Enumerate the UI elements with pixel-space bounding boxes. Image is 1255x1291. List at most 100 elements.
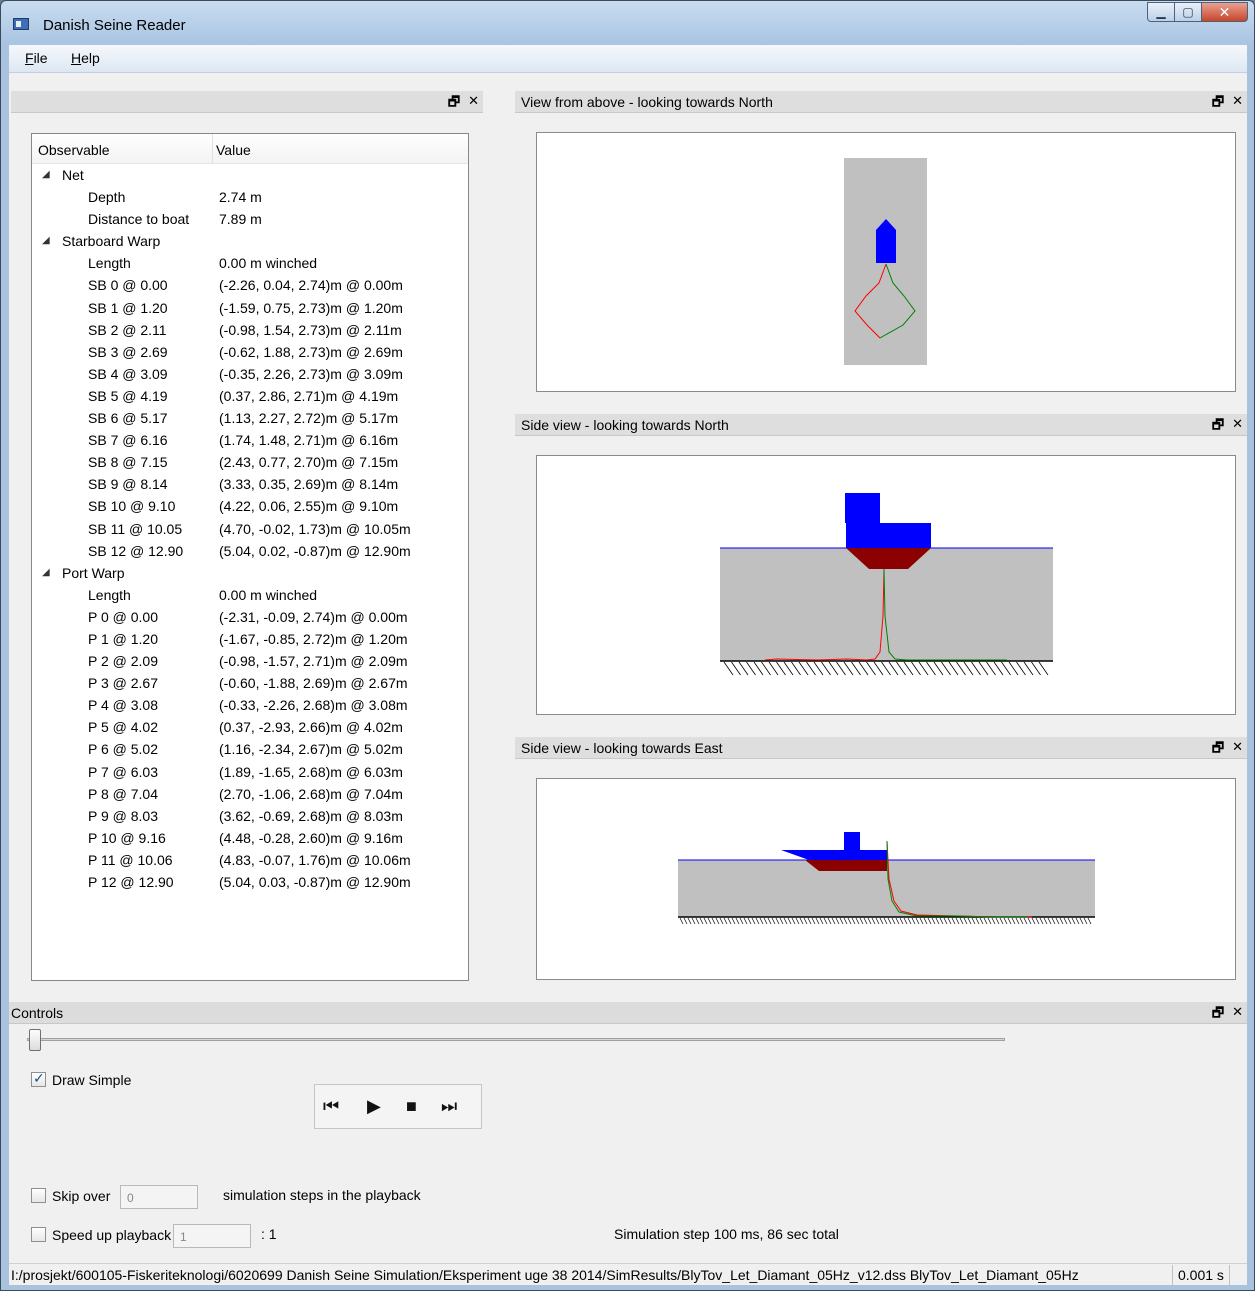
tree-row[interactable]: SB 4 @ 3.09 (-0.35, 2.26, 2.73)m @ 3.09m bbox=[32, 363, 468, 385]
tree-row[interactable]: P 6 @ 5.02 (1.16, -2.34, 2.67)m @ 5.02m bbox=[32, 738, 468, 760]
tree-group-port[interactable]: ◢ Port Warp bbox=[32, 562, 468, 584]
float-icon[interactable]: 🗗 bbox=[1212, 739, 1224, 761]
tree-item-label: SB 4 @ 3.09 bbox=[88, 365, 168, 382]
tree-row[interactable]: SB 6 @ 5.17 (1.13, 2.27, 2.72)m @ 5.17m bbox=[32, 407, 468, 429]
expand-arrow-icon[interactable]: ◢ bbox=[42, 235, 50, 246]
tree-item-value: (2.70, -1.06, 2.68)m @ 7.04m bbox=[219, 785, 403, 802]
tree-item-label: P 3 @ 2.67 bbox=[88, 675, 158, 692]
skip-over-input[interactable]: 0 bbox=[120, 1185, 198, 1209]
tree-row[interactable]: SB 8 @ 7.15 (2.43, 0.77, 2.70)m @ 7.15m bbox=[32, 451, 468, 473]
tree-item-label: SB 6 @ 5.17 bbox=[88, 410, 168, 427]
tree-row[interactable]: P 4 @ 3.08 (-0.33, -2.26, 2.68)m @ 3.08m bbox=[32, 694, 468, 716]
float-icon[interactable]: 🗗 bbox=[1212, 1004, 1224, 1026]
draw-simple-checkbox[interactable] bbox=[31, 1070, 46, 1087]
tree-row[interactable]: P 8 @ 7.04 (2.70, -1.06, 2.68)m @ 7.04m bbox=[32, 783, 468, 805]
skip-to-end-button[interactable]: ⏭ bbox=[441, 1097, 457, 1115]
speed-up-suffix: : 1 bbox=[261, 1226, 277, 1242]
close-icon[interactable]: ✕ bbox=[1232, 416, 1243, 438]
tree-row[interactable]: P 2 @ 2.09 (-0.98, -1.57, 2.71)m @ 2.09m bbox=[32, 650, 468, 672]
window-controls: ▁ ▢ ✕ bbox=[1147, 2, 1248, 22]
play-button[interactable]: ▶ bbox=[367, 1097, 381, 1115]
close-icon[interactable]: ✕ bbox=[1232, 739, 1243, 761]
menu-file[interactable]: File bbox=[25, 50, 48, 66]
speed-up-label[interactable]: Speed up playback bbox=[52, 1227, 171, 1243]
observables-dock-header: 🗗 ✕ bbox=[11, 91, 483, 113]
tree-row[interactable]: SB 5 @ 4.19 (0.37, 2.86, 2.71)m @ 4.19m bbox=[32, 385, 468, 407]
tree-row[interactable]: P 10 @ 9.16 (4.48, -0.28, 2.60)m @ 9.16m bbox=[32, 827, 468, 849]
east-view-deck bbox=[781, 850, 887, 860]
title-bar[interactable]: Danish Seine Reader ▁ ▢ ✕ bbox=[1, 1, 1254, 45]
tree-row[interactable]: SB 2 @ 2.11 (-0.98, 1.54, 2.73)m @ 2.11m bbox=[32, 319, 468, 341]
north-view-seabed bbox=[723, 661, 1049, 676]
tree-row[interactable]: Length 0.00 m winched bbox=[32, 584, 468, 606]
simulation-info: Simulation step 100 ms, 86 sec total bbox=[614, 1226, 839, 1242]
tree-row[interactable]: Length 0.00 m winched bbox=[32, 252, 468, 274]
tree-item-label: P 2 @ 2.09 bbox=[88, 653, 158, 670]
tree-row[interactable]: SB 9 @ 8.14 (3.33, 0.35, 2.69)m @ 8.14m bbox=[32, 473, 468, 495]
tree-item-label: SB 9 @ 8.14 bbox=[88, 476, 168, 493]
east-view-header: Side view - looking towards East 🗗 ✕ bbox=[515, 737, 1247, 759]
top-view-canvas[interactable] bbox=[536, 132, 1236, 392]
tree-row[interactable]: Depth 2.74 m bbox=[32, 186, 468, 208]
tree-item-value: (0.37, 2.86, 2.71)m @ 4.19m bbox=[219, 387, 399, 404]
tree-row[interactable]: P 11 @ 10.06 (4.83, -0.07, 1.76)m @ 10.06… bbox=[32, 849, 468, 871]
tree-item-value: (1.13, 2.27, 2.72)m @ 5.17m bbox=[219, 410, 399, 427]
tree-row[interactable]: P 12 @ 12.90 (5.04, 0.03, -0.87)m @ 12.90… bbox=[32, 871, 468, 893]
status-sim-time: 0.001 s bbox=[1172, 1265, 1230, 1285]
tree-row[interactable]: P 7 @ 6.03 (1.89, -1.65, 2.68)m @ 6.03m bbox=[32, 761, 468, 783]
float-icon[interactable]: 🗗 bbox=[1212, 93, 1224, 115]
tree-row[interactable]: SB 10 @ 9.10 (4.22, 0.06, 2.55)m @ 9.10m bbox=[32, 495, 468, 517]
timeline-slider-track[interactable] bbox=[27, 1038, 1005, 1041]
tree-row[interactable]: SB 1 @ 1.20 (-1.59, 0.75, 2.73)m @ 1.20m bbox=[32, 297, 468, 319]
expand-arrow-icon[interactable]: ◢ bbox=[42, 567, 50, 578]
float-icon[interactable]: 🗗 bbox=[448, 93, 460, 115]
north-view-canvas[interactable] bbox=[536, 455, 1236, 715]
skip-over-label[interactable]: Skip over bbox=[52, 1188, 110, 1204]
float-icon[interactable]: 🗗 bbox=[1212, 416, 1224, 438]
speed-up-input[interactable]: 1 bbox=[173, 1224, 251, 1248]
observables-tree[interactable]: Observable Value ◢ Net Depth 2.74 m Distance… bbox=[31, 133, 469, 981]
north-view-deck bbox=[846, 523, 931, 548]
tree-row[interactable]: P 5 @ 4.02 (0.37, -2.93, 2.66)m @ 4.02m bbox=[32, 716, 468, 738]
tree-group-net[interactable]: ◢ Net bbox=[32, 164, 468, 186]
tree-row[interactable]: P 3 @ 2.67 (-0.60, -1.88, 2.69)m @ 2.67m bbox=[32, 672, 468, 694]
tree-row[interactable]: P 9 @ 8.03 (3.62, -0.69, 2.68)m @ 8.03m bbox=[32, 805, 468, 827]
tree-group-starboard[interactable]: ◢ Starboard Warp bbox=[32, 230, 468, 252]
maximize-button[interactable]: ▢ bbox=[1175, 2, 1202, 22]
tree-item-label: P 12 @ 12.90 bbox=[88, 874, 174, 890]
column-value[interactable]: Value bbox=[216, 142, 251, 158]
timeline-slider-thumb[interactable] bbox=[29, 1029, 41, 1051]
speed-up-checkbox[interactable] bbox=[31, 1227, 46, 1242]
app-window: Danish Seine Reader ▁ ▢ ✕ File Help 🗗 ✕ … bbox=[0, 0, 1255, 1291]
tree-item-value: (-0.60, -1.88, 2.69)m @ 2.67m bbox=[219, 675, 408, 692]
tree-row[interactable]: SB 12 @ 12.90 (5.04, 0.02, -0.87)m @ 12.9… bbox=[32, 540, 468, 562]
draw-simple-label[interactable]: Draw Simple bbox=[52, 1072, 131, 1088]
close-button[interactable]: ✕ bbox=[1202, 2, 1248, 22]
east-view-canvas[interactable] bbox=[536, 778, 1236, 980]
tree-row[interactable]: SB 0 @ 0.00 (-2.26, 0.04, 2.74)m @ 0.00m bbox=[32, 274, 468, 296]
column-observable[interactable]: Observable bbox=[38, 142, 110, 158]
tree-row[interactable]: P 1 @ 1.20 (-1.67, -0.85, 2.72)m @ 1.20m bbox=[32, 628, 468, 650]
minimize-button[interactable]: ▁ bbox=[1147, 2, 1175, 22]
tree-row[interactable]: SB 7 @ 6.16 (1.74, 1.48, 2.71)m @ 6.16m bbox=[32, 429, 468, 451]
close-icon[interactable]: ✕ bbox=[1232, 93, 1243, 115]
close-icon[interactable]: ✕ bbox=[1232, 1004, 1243, 1026]
tree-row[interactable]: P 0 @ 0.00 (-2.31, -0.09, 2.74)m @ 0.00m bbox=[32, 606, 468, 628]
north-view-title: Side view - looking towards North bbox=[521, 417, 729, 433]
stop-button[interactable]: ■ bbox=[406, 1097, 417, 1115]
menu-help[interactable]: Help bbox=[71, 50, 100, 66]
tree-item-label: P 1 @ 1.20 bbox=[88, 630, 158, 647]
tree-item-value: (-1.67, -0.85, 2.72)m @ 1.20m bbox=[219, 630, 408, 647]
controls-dock-header: Controls 🗗 ✕ bbox=[9, 1002, 1247, 1024]
skip-over-checkbox[interactable] bbox=[31, 1188, 46, 1203]
close-icon[interactable]: ✕ bbox=[468, 93, 479, 115]
tree-item-value: (1.16, -2.34, 2.67)m @ 5.02m bbox=[219, 741, 403, 758]
east-view-title: Side view - looking towards East bbox=[521, 740, 723, 756]
tree-item-label: SB 3 @ 2.69 bbox=[88, 343, 168, 360]
tree-item-value: 2.74 m bbox=[219, 189, 262, 206]
tree-row[interactable]: SB 11 @ 10.05 (4.70, -0.02, 1.73)m @ 10.0… bbox=[32, 518, 468, 540]
skip-to-start-button[interactable]: ⏮ bbox=[323, 1097, 339, 1115]
tree-row[interactable]: SB 3 @ 2.69 (-0.62, 1.88, 2.73)m @ 2.69m bbox=[32, 341, 468, 363]
expand-arrow-icon[interactable]: ◢ bbox=[42, 169, 50, 180]
tree-row[interactable]: Distance to boat 7.89 m bbox=[32, 208, 468, 230]
